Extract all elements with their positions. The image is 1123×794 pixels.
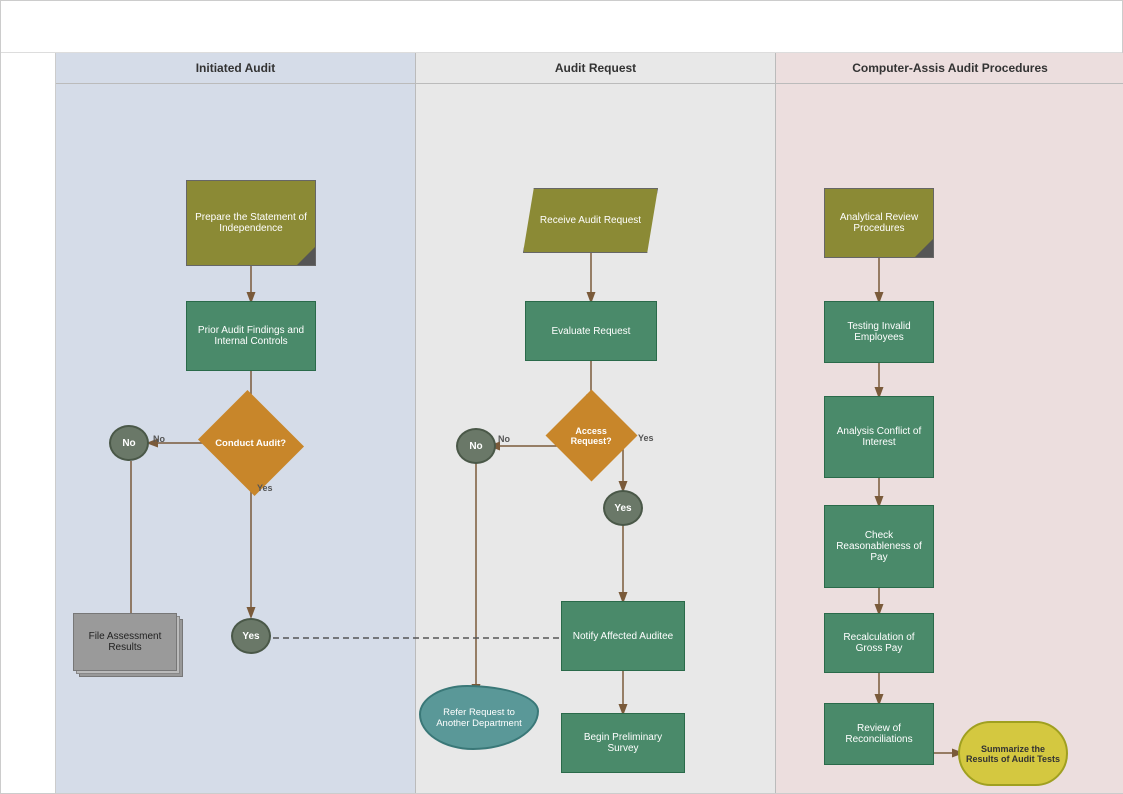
summarize-results-node: Summarize the Results of Audit Tests <box>958 721 1068 786</box>
review-reconciliations-node: Review of Reconciliations <box>824 703 934 765</box>
yes-ellipse-2: Yes <box>603 490 643 526</box>
testing-invalid-node: Testing Invalid Employees <box>824 301 934 363</box>
file-assessment-node: File Assessment Results <box>73 613 183 673</box>
top-bar <box>1 1 1122 53</box>
left-margin <box>1 53 56 793</box>
no-label-access: No <box>498 434 510 444</box>
recalculation-node: Recalculation of Gross Pay <box>824 613 934 673</box>
begin-preliminary-node: Begin Preliminary Survey <box>561 713 685 773</box>
evaluate-request-node: Evaluate Request <box>525 301 657 361</box>
analysis-conflict-node: Analysis Conflict of Interest <box>824 396 934 478</box>
no-ellipse-2: No <box>456 428 496 464</box>
check-reasonableness-node: Check Reasonableness of Pay <box>824 505 934 588</box>
no-ellipse-1: No <box>109 425 149 461</box>
analytical-review-node: Analytical Review Procedures <box>824 188 934 258</box>
receive-audit-node: Receive Audit Request <box>523 188 658 253</box>
lane-computer-header: Computer-Assis Audit Procedures <box>776 53 1123 84</box>
diagram-area: Initiated Audit Audit Request Computer-A… <box>1 53 1122 793</box>
lane-initiated-header: Initiated Audit <box>56 53 415 84</box>
no-label-conduct: No <box>153 434 165 444</box>
yes-label-conduct: Yes <box>257 483 273 493</box>
main-container: Initiated Audit Audit Request Computer-A… <box>0 0 1123 794</box>
notify-auditee-node: Notify Affected Auditee <box>561 601 685 671</box>
prior-audit-node: Prior Audit Findings and Internal Contro… <box>186 301 316 371</box>
lane-audit-header: Audit Request <box>416 53 775 84</box>
yes-label-access: Yes <box>638 433 654 443</box>
flowchart-wrapper: Initiated Audit Audit Request Computer-A… <box>1 53 1122 793</box>
prepare-statement-node: Prepare the Statement of Independence <box>186 180 316 266</box>
yes-ellipse-1: Yes <box>231 618 271 654</box>
